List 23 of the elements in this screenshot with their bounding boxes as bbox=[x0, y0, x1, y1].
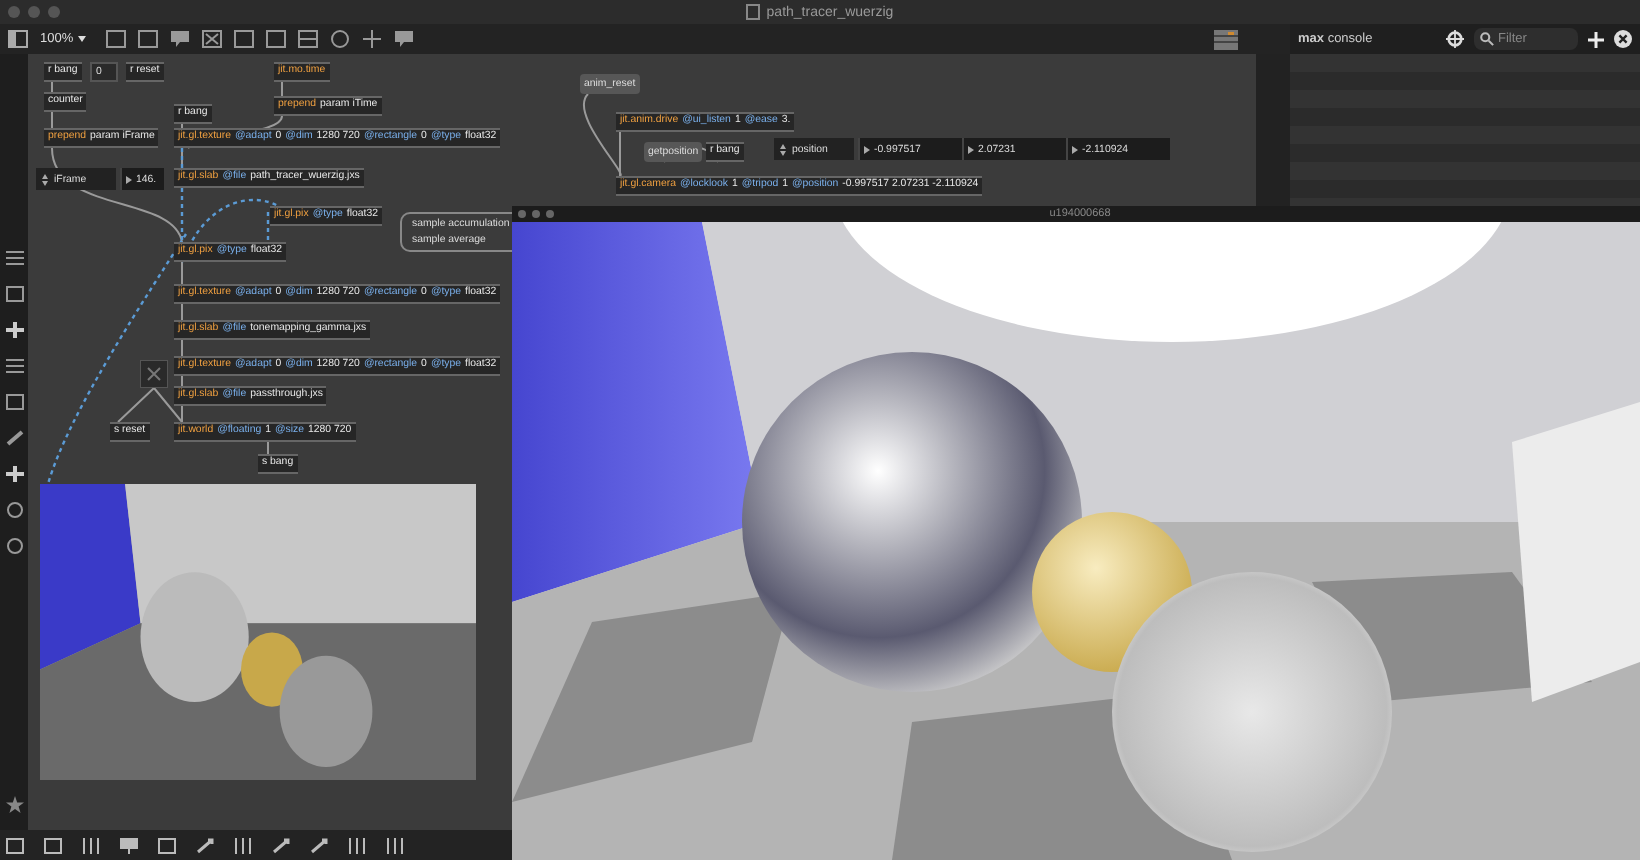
sidebar-toggle-icon[interactable] bbox=[8, 30, 28, 48]
window-icon[interactable] bbox=[5, 286, 23, 302]
slider-icon[interactable] bbox=[297, 30, 318, 48]
bang-button[interactable] bbox=[140, 360, 168, 388]
caret-icon bbox=[77, 36, 86, 42]
close-icon[interactable] bbox=[1614, 30, 1632, 48]
stepper-icon[interactable] bbox=[780, 143, 786, 155]
dial-icon[interactable] bbox=[329, 30, 350, 48]
search-icon bbox=[1480, 32, 1494, 46]
target-icon[interactable] bbox=[1446, 30, 1464, 48]
triangle-icon bbox=[864, 145, 870, 153]
stack-icon[interactable] bbox=[1214, 29, 1238, 49]
button-icon[interactable] bbox=[201, 30, 222, 48]
menu-icon[interactable] bbox=[5, 250, 23, 266]
bars-icon[interactable] bbox=[234, 837, 252, 853]
comment-icon[interactable] bbox=[169, 30, 190, 48]
stepper-icon[interactable] bbox=[42, 173, 48, 185]
window-icon[interactable] bbox=[105, 30, 126, 48]
triangle-icon bbox=[1072, 145, 1078, 153]
triangle-icon bbox=[968, 145, 974, 153]
star-icon[interactable] bbox=[5, 796, 23, 814]
triangle-icon bbox=[126, 175, 132, 183]
document-icon bbox=[746, 4, 761, 20]
